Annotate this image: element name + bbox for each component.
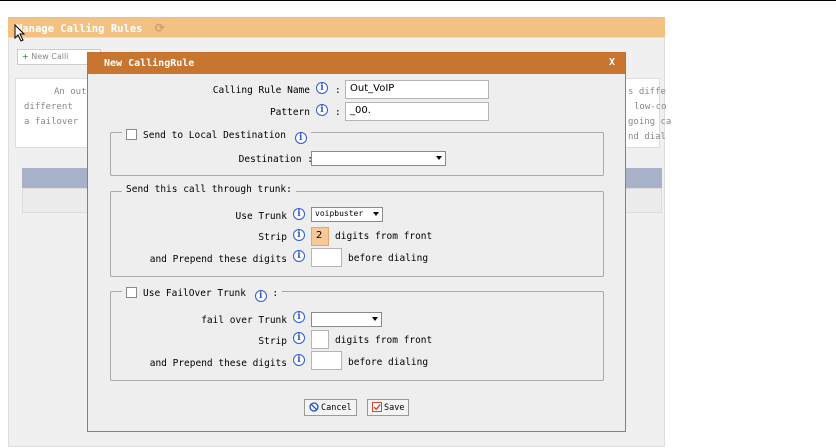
colon: : xyxy=(335,85,341,96)
info-icon[interactable]: i xyxy=(294,132,307,144)
info-icon[interactable]: i xyxy=(293,208,305,220)
checkmark-icon xyxy=(372,402,382,412)
failover-trunk-select[interactable] xyxy=(311,312,382,327)
top-border xyxy=(0,0,836,1)
info-icon[interactable]: i xyxy=(316,104,328,116)
colon: : xyxy=(335,107,341,118)
desc-right-line: s diffe xyxy=(628,87,666,97)
page-title: Manage Calling Rules xyxy=(16,23,143,35)
rule-name-label: Calling Rule Name xyxy=(212,85,310,96)
save-button[interactable]: Save xyxy=(367,399,410,416)
destination-label: Destination : xyxy=(238,154,313,165)
cancel-label: Cancel xyxy=(321,403,352,413)
cancel-button[interactable]: Cancel xyxy=(304,399,357,416)
desc-right-line: nd dial xyxy=(628,132,666,142)
new-calling-rule-dialog: New CallingRule X Calling Rule Name i : … xyxy=(87,52,626,432)
use-trunk-row: Use Trunk i voipbuster xyxy=(88,206,627,226)
save-label: Save xyxy=(384,403,405,413)
trunk-legend: Send this call through trunk: xyxy=(122,184,296,195)
info-icon[interactable]: i xyxy=(293,229,305,241)
strip-row: Strip i 2 digits from front xyxy=(88,227,627,247)
refresh-icon[interactable]: ⟳ xyxy=(155,21,165,35)
use-trunk-select[interactable]: voipbuster xyxy=(311,207,383,222)
info-icon[interactable]: i xyxy=(316,82,328,94)
destination-select[interactable] xyxy=(311,151,446,166)
chevron-down-icon xyxy=(373,212,379,216)
prepend-row: and Prepend these digits i before dialin… xyxy=(88,248,627,268)
desc-right-line: going ca xyxy=(628,117,672,127)
failover-colon: : xyxy=(272,288,279,299)
failover-strip-label: Strip xyxy=(258,336,287,347)
page-title-bar: Manage Calling Rules ⟳ xyxy=(8,17,665,37)
rule-name-input[interactable]: Out_VoIP xyxy=(345,80,489,99)
mouse-cursor-icon xyxy=(14,24,26,42)
info-icon[interactable]: i xyxy=(293,250,305,262)
chevron-down-icon xyxy=(436,156,442,160)
local-destination-checkbox[interactable] xyxy=(126,129,137,140)
failover-legend: Use FailOver Trunk i : xyxy=(122,287,283,302)
destination-row: Destination : xyxy=(88,151,627,171)
strip-label: Strip xyxy=(258,232,287,243)
rule-name-row: Calling Rule Name i : Out_VoIP xyxy=(88,80,627,100)
pattern-row: Pattern i : _00. xyxy=(88,102,627,122)
info-icon[interactable]: i xyxy=(293,311,305,323)
failover-strip-input[interactable] xyxy=(311,330,329,349)
dialog-header: New CallingRule X xyxy=(88,53,625,74)
desc-right-line: low-co xyxy=(634,102,667,112)
failover-checkbox[interactable] xyxy=(126,287,137,298)
local-destination-legend-label: Send to Local Destination xyxy=(143,130,286,141)
info-icon[interactable]: i xyxy=(254,290,267,302)
digits-from-front-label: digits from front xyxy=(335,231,433,242)
prepend-label: and Prepend these digits xyxy=(149,254,287,265)
local-destination-legend: Send to Local Destination i xyxy=(122,129,311,144)
close-button[interactable]: X xyxy=(609,57,615,68)
failover-prepend-input[interactable] xyxy=(311,351,342,370)
failover-legend-label: Use FailOver Trunk xyxy=(143,288,246,299)
cancel-icon xyxy=(309,402,319,412)
plus-icon: + xyxy=(22,52,29,61)
new-button-label: New Calli xyxy=(31,52,69,61)
failover-strip-row: Strip i digits from front xyxy=(88,330,627,350)
dialog-title: New CallingRule xyxy=(104,58,195,69)
pattern-input[interactable]: _00. xyxy=(345,102,489,121)
chevron-down-icon xyxy=(372,317,378,321)
pattern-label: Pattern xyxy=(269,107,310,118)
desc-left-line: different xyxy=(24,102,73,112)
prepend-input[interactable] xyxy=(311,248,342,267)
use-trunk-value: voipbuster xyxy=(315,209,364,218)
info-icon[interactable]: i xyxy=(293,332,305,344)
failover-prepend-label: and Prepend these digits xyxy=(149,358,287,369)
strip-input[interactable]: 2 xyxy=(311,227,329,246)
failover-before-dialing-label: before dialing xyxy=(348,357,429,368)
info-icon[interactable]: i xyxy=(293,354,305,366)
failover-prepend-row: and Prepend these digits i before dialin… xyxy=(88,351,627,371)
failover-digits-from-front-label: digits from front xyxy=(335,335,433,346)
desc-left-line: a failover xyxy=(24,117,79,127)
before-dialing-label: before dialing xyxy=(348,253,429,264)
use-trunk-label: Use Trunk xyxy=(235,211,287,222)
failover-trunk-row: fail over Trunk i xyxy=(88,310,627,330)
failover-trunk-label: fail over Trunk xyxy=(201,315,287,326)
